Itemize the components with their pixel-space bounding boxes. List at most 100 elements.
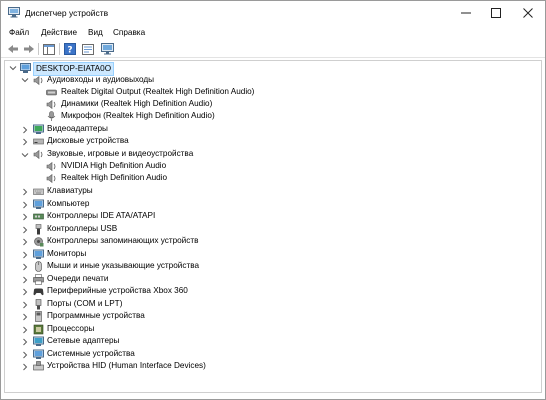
group-label-disk-drives[interactable]: Дисковые устройства bbox=[47, 135, 129, 147]
group-label-xbox-peripherals[interactable]: Периферийные устройства Xbox 360 bbox=[47, 285, 188, 297]
group-label-ports[interactable]: Порты (COM и LPT) bbox=[47, 298, 122, 310]
title-bar: Диспетчер устройств bbox=[1, 1, 545, 25]
collapsed-arrow-icon[interactable] bbox=[21, 263, 29, 271]
storage-controller-icon bbox=[34, 237, 44, 247]
expand-arrow-icon[interactable] bbox=[21, 151, 29, 159]
toolbar-separator bbox=[59, 43, 60, 55]
collapsed-arrow-icon[interactable] bbox=[21, 313, 29, 321]
group-label-hid[interactable]: Устройства HID (Human Interface Devices) bbox=[47, 360, 206, 372]
help-icon: ? bbox=[63, 43, 76, 56]
group-label-computer[interactable]: Компьютер bbox=[47, 198, 89, 210]
group-label-keyboards[interactable]: Клавиатуры bbox=[47, 185, 93, 197]
group-label-software-devices[interactable]: Программные устройства bbox=[47, 310, 145, 322]
maximize-button[interactable] bbox=[481, 1, 511, 25]
speaker-icon bbox=[46, 99, 56, 110]
digital-output-icon bbox=[46, 89, 57, 96]
software-device-icon bbox=[35, 311, 42, 322]
group-label-ide-controllers[interactable]: Контроллеры IDE ATA/ATAPI bbox=[47, 210, 155, 222]
back-button[interactable] bbox=[6, 43, 19, 55]
collapsed-arrow-icon[interactable] bbox=[21, 363, 29, 371]
network-adapter-icon bbox=[33, 336, 44, 346]
minimize-button[interactable] bbox=[451, 1, 481, 25]
collapsed-arrow-icon[interactable] bbox=[21, 251, 29, 259]
group-label-storage-controllers[interactable]: Контроллеры запоминающих устройств bbox=[47, 235, 198, 247]
collapsed-arrow-icon[interactable] bbox=[21, 338, 29, 346]
menu-file[interactable]: Файл bbox=[9, 28, 29, 37]
processor-icon bbox=[33, 324, 44, 335]
menu-bar: Файл Действие Вид Справка bbox=[1, 25, 545, 41]
disk-drive-icon bbox=[33, 138, 44, 145]
microphone-icon bbox=[47, 111, 56, 121]
group-label-monitors[interactable]: Мониторы bbox=[47, 248, 86, 260]
expand-arrow-icon[interactable] bbox=[21, 76, 29, 84]
hid-icon bbox=[33, 361, 44, 371]
collapsed-arrow-icon[interactable] bbox=[21, 351, 29, 359]
collapsed-arrow-icon[interactable] bbox=[21, 126, 29, 134]
minimize-icon bbox=[461, 12, 471, 14]
sound-device-icon bbox=[33, 149, 43, 160]
computer-root-icon bbox=[20, 63, 31, 73]
group-label-system-devices[interactable]: Системные устройства bbox=[47, 348, 135, 360]
svg-text:?: ? bbox=[67, 46, 72, 56]
device-microphone-realtek[interactable]: Микрофон (Realtek High Definition Audio) bbox=[61, 110, 215, 122]
group-label-print-queues[interactable]: Очереди печати bbox=[47, 273, 108, 285]
speaker-mic-icon bbox=[33, 75, 43, 86]
close-button[interactable] bbox=[513, 1, 543, 25]
menu-action[interactable]: Действие bbox=[41, 28, 77, 37]
toolbar: ? bbox=[1, 41, 545, 58]
group-label-audio-io[interactable]: Аудиовходы и аудиовыходы bbox=[47, 74, 154, 86]
speaker-icon bbox=[46, 173, 56, 184]
console-tree-icon bbox=[42, 43, 55, 55]
collapsed-arrow-icon[interactable] bbox=[21, 213, 29, 221]
group-label-processors[interactable]: Процессоры bbox=[47, 323, 94, 335]
group-label-usb-controllers[interactable]: Контроллеры USB bbox=[47, 223, 117, 235]
group-label-mice[interactable]: Мыши и иные указывающие устройства bbox=[47, 260, 199, 272]
keyboard-icon bbox=[33, 188, 44, 195]
group-label-sound-devices[interactable]: Звуковые, игровые и видеоустройства bbox=[47, 148, 193, 160]
menu-view[interactable]: Вид bbox=[88, 28, 103, 37]
back-arrow-icon bbox=[7, 45, 18, 53]
expand-arrow-icon[interactable] bbox=[9, 64, 17, 72]
device-realtek-digital-output[interactable]: Realtek Digital Output (Realtek High Def… bbox=[61, 86, 254, 98]
printer-icon bbox=[33, 274, 44, 285]
device-manager-window: Диспетчер устройств Файл Действие Вид Сп… bbox=[0, 0, 546, 400]
scan-hardware-button[interactable] bbox=[101, 43, 114, 55]
mouse-icon bbox=[35, 261, 42, 272]
collapsed-arrow-icon[interactable] bbox=[21, 326, 29, 334]
system-device-icon bbox=[33, 349, 44, 359]
device-manager-app-icon bbox=[8, 7, 20, 18]
collapsed-arrow-icon[interactable] bbox=[21, 301, 29, 309]
menu-help[interactable]: Справка bbox=[113, 28, 145, 37]
group-label-video-adapters[interactable]: Видеоадаптеры bbox=[47, 123, 108, 135]
show-hide-console-tree-button[interactable] bbox=[42, 43, 55, 55]
help-button[interactable]: ? bbox=[63, 43, 76, 55]
maximize-icon bbox=[491, 8, 501, 18]
collapsed-arrow-icon[interactable] bbox=[21, 238, 29, 246]
toolbar-separator bbox=[38, 43, 39, 55]
gamepad-icon bbox=[33, 288, 44, 296]
device-tree-pane: DESKTOP-EIATA0O Аудиовходы и аудиовыходы… bbox=[1, 58, 545, 397]
speaker-icon bbox=[46, 161, 56, 172]
forward-arrow-icon bbox=[23, 45, 34, 53]
computer-icon bbox=[33, 199, 44, 209]
usb-icon bbox=[35, 224, 42, 235]
group-label-network-adapters[interactable]: Сетевые адаптеры bbox=[47, 335, 119, 347]
device-speakers-realtek[interactable]: Динамики (Realtek High Definition Audio) bbox=[61, 98, 212, 110]
port-icon bbox=[35, 299, 42, 310]
collapsed-arrow-icon[interactable] bbox=[21, 138, 29, 146]
forward-button[interactable] bbox=[22, 43, 35, 55]
close-icon bbox=[523, 8, 533, 18]
monitor-scan-icon bbox=[101, 43, 114, 55]
monitor-icon bbox=[33, 249, 44, 259]
device-nvidia-hd-audio[interactable]: NVIDIA High Definition Audio bbox=[61, 160, 166, 172]
collapsed-arrow-icon[interactable] bbox=[21, 276, 29, 284]
collapsed-arrow-icon[interactable] bbox=[21, 288, 29, 296]
device-realtek-hd-audio[interactable]: Realtek High Definition Audio bbox=[61, 172, 167, 184]
collapsed-arrow-icon[interactable] bbox=[21, 201, 29, 209]
properties-button[interactable] bbox=[81, 43, 94, 55]
window-title: Диспетчер устройств bbox=[25, 8, 109, 18]
display-adapter-icon bbox=[33, 124, 44, 134]
ide-controller-icon bbox=[33, 213, 44, 220]
collapsed-arrow-icon[interactable] bbox=[21, 188, 29, 196]
collapsed-arrow-icon[interactable] bbox=[21, 226, 29, 234]
